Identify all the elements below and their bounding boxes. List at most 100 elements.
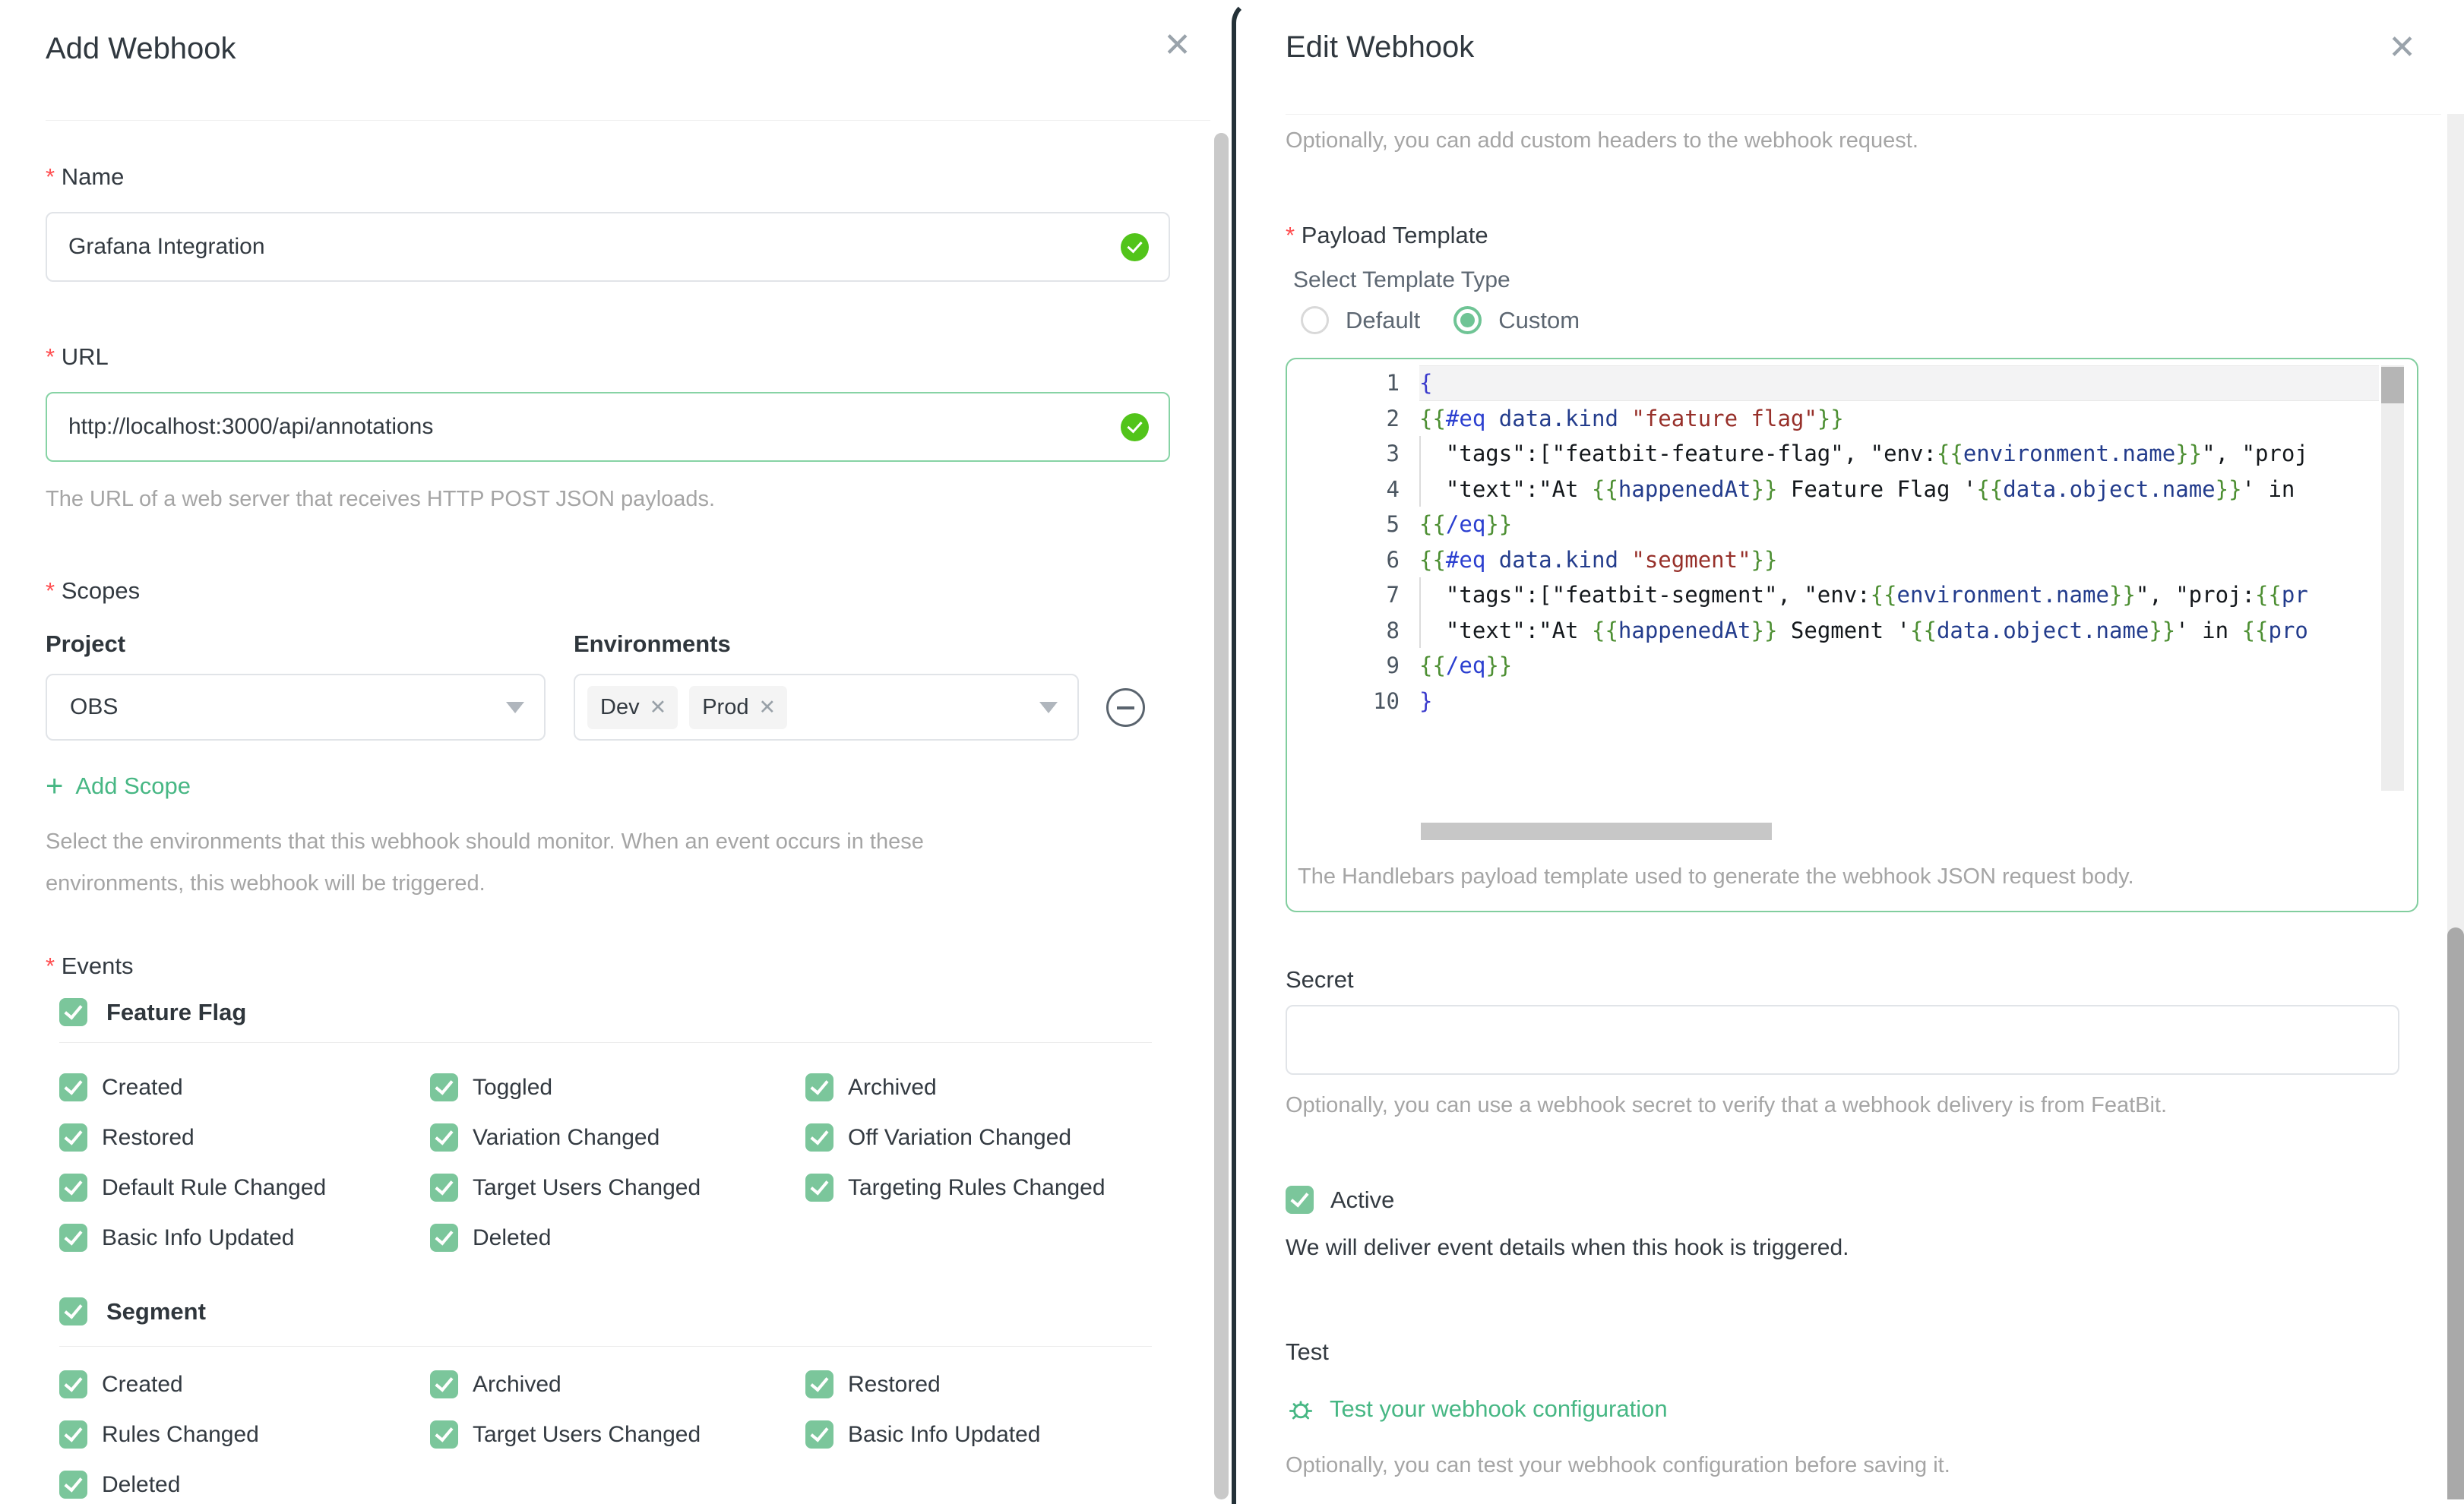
remove-scope-button[interactable] <box>1106 687 1145 727</box>
event-group-segment[interactable]: Segment <box>59 1297 1170 1325</box>
url-label: URL <box>46 343 1170 371</box>
active-label: Active <box>1330 1186 1395 1213</box>
code-token: ", "proj: <box>2135 582 2255 608</box>
event-checkbox-basic-info-updated[interactable]: Basic Info Updated <box>805 1420 1170 1449</box>
page-scrollbar[interactable] <box>2447 927 2464 1499</box>
events-label: Events <box>46 952 1170 981</box>
code-token: pro <box>2268 617 2308 643</box>
add-scope-button[interactable]: + Add Scope <box>46 771 191 801</box>
event-checkbox-restored[interactable]: Restored <box>805 1370 1170 1398</box>
payload-template-editor[interactable]: 1{2 {{#eq data.kind "feature flag"}} 3 "ta… <box>1286 358 2418 912</box>
code-token: environment.name <box>1963 441 2176 466</box>
event-label: Default Rule Changed <box>102 1174 327 1200</box>
line-number: 3 <box>1386 441 1400 466</box>
left-modal-scrollbar[interactable] <box>1214 133 1229 1499</box>
event-label: Targeting Rules Changed <box>848 1174 1105 1200</box>
event-checkbox-basic-info-updated[interactable]: Basic Info Updated <box>59 1224 430 1252</box>
test-webhook-link-label: Test your webhook configuration <box>1330 1395 1668 1422</box>
close-icon[interactable]: ✕ <box>2388 31 2416 65</box>
checkbox-icon <box>59 1420 87 1449</box>
code-token: {{ <box>1591 617 1618 643</box>
event-checkbox-target-users-changed[interactable]: Target Users Changed <box>430 1420 805 1449</box>
code-token: }} <box>1751 546 1778 573</box>
group-checkbox[interactable] <box>59 1297 87 1325</box>
project-label: Project <box>46 630 126 657</box>
event-checkbox-created[interactable]: Created <box>59 1073 430 1101</box>
editor-horizontal-scrollbar[interactable] <box>1421 823 1772 840</box>
test-webhook-link[interactable]: Test your webhook configuration <box>1286 1394 1668 1424</box>
code-token: "text":"At <box>1419 617 1592 643</box>
event-checkbox-restored[interactable]: Restored <box>59 1123 430 1152</box>
event-checkbox-rules-changed[interactable]: Rules Changed <box>59 1420 430 1449</box>
event-checkbox-target-users-changed[interactable]: Target Users Changed <box>430 1174 805 1202</box>
checkbox-icon <box>805 1370 833 1398</box>
template-type-option-default[interactable]: Default <box>1301 306 1420 334</box>
environment-tag: Dev ✕ <box>587 685 678 729</box>
code-token: #eq <box>1445 546 1486 573</box>
name-input[interactable]: Grafana Integration <box>46 212 1170 282</box>
checkbox-icon <box>805 1123 833 1152</box>
group-checkbox[interactable] <box>59 998 87 1026</box>
code-token: }} <box>1485 652 1513 678</box>
code-token: /eq <box>1445 511 1486 537</box>
group-divider <box>59 1346 1152 1347</box>
code-token: Segment ' <box>1777 617 1911 643</box>
environments-select[interactable]: Dev ✕ Prod ✕ <box>574 674 1079 741</box>
template-type-option-custom[interactable]: Custom <box>1453 306 1580 334</box>
event-checkbox-off-variation-changed[interactable]: Off Variation Changed <box>805 1123 1170 1152</box>
event-label: Off Variation Changed <box>848 1124 1072 1150</box>
code-token: {{ <box>1936 441 1963 466</box>
radio-label: Default <box>1346 306 1421 333</box>
event-label: Restored <box>848 1371 941 1397</box>
code-token: "segment" <box>1631 546 1751 573</box>
line-content: {{/eq}} <box>1419 507 2379 542</box>
code-token: {{ <box>1870 582 1897 608</box>
line-number: 7 <box>1386 582 1400 608</box>
code-token: Feature Flag ' <box>1777 476 1977 502</box>
line-content: "tags":["featbit-feature-flag", "env:{{e… <box>1419 436 2379 472</box>
code-token: {{ <box>1591 476 1618 502</box>
event-checkbox-variation-changed[interactable]: Variation Changed <box>430 1123 805 1152</box>
remove-tag-icon[interactable]: ✕ <box>758 697 776 718</box>
editor-vertical-scrollbar[interactable] <box>2381 367 2404 403</box>
url-input[interactable]: http://localhost:3000/api/annotations <box>46 392 1170 462</box>
environment-tag-label: Dev <box>600 694 640 719</box>
event-group-feature-flag[interactable]: Feature Flag <box>59 998 1170 1026</box>
checkbox-icon <box>59 1370 87 1398</box>
active-checkbox[interactable] <box>1286 1186 1314 1214</box>
event-checkbox-deleted[interactable]: Deleted <box>430 1224 805 1252</box>
code-token: { <box>1419 370 1433 396</box>
code-token: {{ <box>1976 476 2004 502</box>
line-content: {{#eq data.kind "segment"}} <box>1419 542 2379 578</box>
checkbox-icon <box>59 1471 87 1499</box>
event-checkbox-archived[interactable]: Archived <box>805 1073 1170 1101</box>
project-select[interactable]: OBS <box>46 674 546 741</box>
event-checkbox-toggled[interactable]: Toggled <box>430 1073 805 1101</box>
event-checkbox-default-rule-changed[interactable]: Default Rule Changed <box>59 1174 430 1202</box>
code-token: data.kind <box>1498 405 1618 431</box>
event-checkbox-archived[interactable]: Archived <box>430 1370 805 1398</box>
code-token: }} <box>2149 617 2176 643</box>
radio-icon <box>1301 306 1329 334</box>
add-webhook-title: Add Webhook <box>46 32 236 65</box>
event-checkbox-targeting-rules-changed[interactable]: Targeting Rules Changed <box>805 1174 1170 1202</box>
scope-column-headers: Project Environments <box>46 630 1170 659</box>
environment-tag-label: Prod <box>702 694 749 719</box>
event-checkbox-deleted[interactable]: Deleted <box>59 1471 430 1499</box>
code-token: {{ <box>2241 617 2269 643</box>
remove-tag-icon[interactable]: ✕ <box>650 697 667 718</box>
event-checkbox-created[interactable]: Created <box>59 1370 430 1398</box>
active-checkbox-row: Active <box>1286 1186 2441 1214</box>
event-label: Deleted <box>102 1471 181 1497</box>
add-webhook-body: Name Grafana Integration URL http://loca… <box>0 163 1232 1499</box>
close-icon[interactable]: ✕ <box>1163 29 1191 62</box>
template-type-label: Select Template Type <box>1293 267 1510 292</box>
secret-input[interactable] <box>1286 1005 2399 1075</box>
code-token: data.object.name <box>1936 617 2149 643</box>
name-label: Name <box>46 163 1170 191</box>
edit-webhook-title: Edit Webhook <box>1286 30 1475 64</box>
line-number: 4 <box>1386 476 1400 502</box>
line-number: 2 <box>1386 405 1400 431</box>
code-token: happenedAt <box>1618 617 1751 643</box>
